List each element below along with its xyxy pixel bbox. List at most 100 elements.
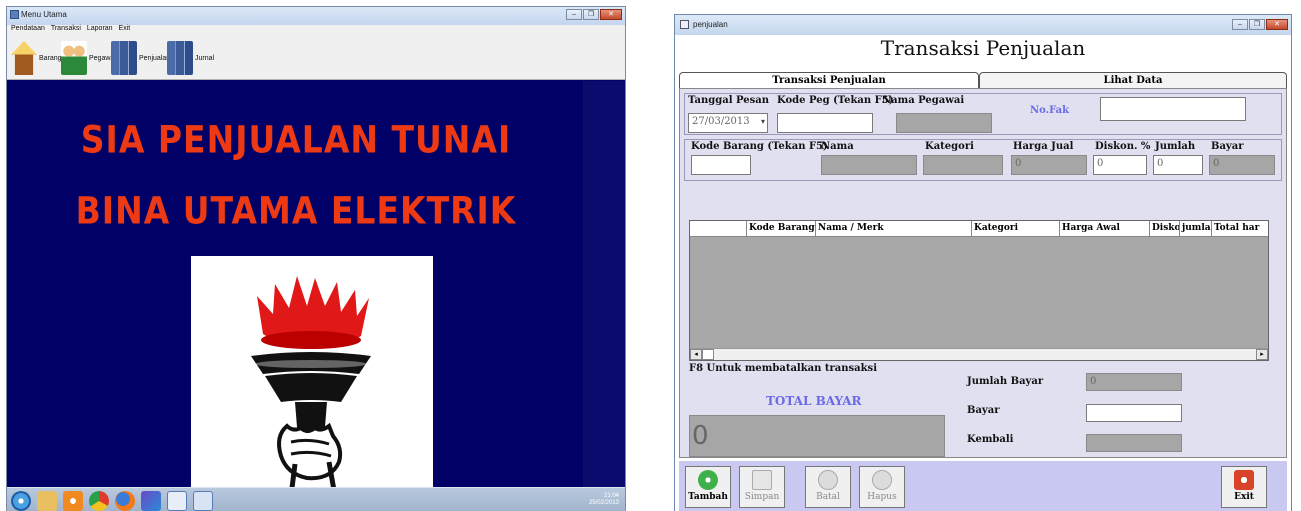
- chevron-down-icon[interactable]: ▾: [761, 117, 765, 126]
- clock-date: 25/02/2013: [588, 500, 619, 506]
- diskon-label: Diskon. %: [1095, 141, 1151, 152]
- tambah-button[interactable]: Tambah: [685, 466, 731, 508]
- minimize-button[interactable]: –: [1232, 19, 1248, 30]
- toolbar: Barang Pegawai Penjualan Jurnal: [7, 36, 625, 80]
- grid-column-header: Kode Barang: [747, 221, 816, 237]
- toolbar-penjualan-label: Penjualan: [139, 54, 171, 62]
- title-bar[interactable]: Menu Utama – ❐ ✕: [7, 7, 625, 25]
- diskon-input[interactable]: 0: [1093, 155, 1147, 175]
- transaction-grid[interactable]: Kode Barang Nama / Merk Kategori Harga A…: [689, 220, 1269, 361]
- window-title: penjualan: [693, 20, 728, 29]
- window-title: Menu Utama: [21, 10, 67, 19]
- system-tray[interactable]: 21:04 25/02/2013: [589, 493, 619, 507]
- menu-bar: Pendataan Transaksi Laporan Exit: [7, 25, 625, 36]
- horizontal-scrollbar[interactable]: ◂ ▸: [690, 348, 1268, 360]
- tanggal-pesan-value: 27/03/2013: [692, 116, 750, 127]
- total-bayar-label: TOTAL BAYAR: [766, 394, 862, 408]
- action-bar: Tambah Simpan Batal Hapus Exit: [679, 461, 1287, 511]
- folder-icon[interactable]: [37, 491, 57, 511]
- scroll-left-icon[interactable]: ◂: [690, 349, 702, 360]
- kategori-label: Kategori: [925, 141, 974, 152]
- harga-jual-field: 0: [1011, 155, 1087, 175]
- kode-barang-input[interactable]: [691, 155, 751, 175]
- menu-exit[interactable]: Exit: [119, 25, 131, 32]
- bayar-input[interactable]: [1086, 404, 1182, 422]
- toolbar-jurnal-button[interactable]: Jurnal: [167, 40, 214, 76]
- add-icon: [698, 470, 718, 490]
- kategori-field: [923, 155, 1003, 175]
- form-icon: [680, 20, 689, 29]
- grid-header: Kode Barang Nama / Merk Kategori Harga A…: [690, 221, 1268, 237]
- people-icon: [61, 41, 87, 75]
- grid-column-header: Diskon: [1150, 221, 1180, 237]
- no-fak-input[interactable]: [1100, 97, 1246, 121]
- app-icon[interactable]: [141, 491, 161, 511]
- cancel-icon: [818, 470, 838, 490]
- network-icon[interactable]: [193, 491, 213, 511]
- grid-column-header: Nama / Merk: [816, 221, 972, 237]
- batal-button[interactable]: Batal: [805, 466, 851, 508]
- app-title: SIA PENJUALAN TUNAI: [80, 117, 512, 162]
- torch-crown-logo: [191, 256, 433, 497]
- company-name: BINA UTAMA ELEKTRIK: [75, 188, 517, 233]
- harga-jual-label: Harga Jual: [1013, 141, 1074, 152]
- grid-column-header: [690, 221, 747, 237]
- close-button[interactable]: ✕: [600, 9, 622, 20]
- books-icon: [111, 41, 137, 75]
- delete-icon: [872, 470, 892, 490]
- batal-label: Batal: [816, 492, 840, 502]
- tanggal-pesan-picker[interactable]: 27/03/2013 ▾: [688, 113, 768, 133]
- nama-barang-field: [821, 155, 917, 175]
- media-player-icon[interactable]: [63, 491, 83, 511]
- simpan-label: Simpan: [744, 492, 780, 502]
- bayar-item-label: Bayar: [1211, 141, 1244, 152]
- close-button[interactable]: ✕: [1266, 19, 1288, 30]
- toolbar-barang-button[interactable]: Barang: [11, 40, 62, 76]
- taskbar: 21:04 25/02/2013: [7, 487, 625, 511]
- penjualan-window: penjualan – ❐ ✕ Transaksi Penjualan Tran…: [674, 14, 1292, 511]
- kode-peg-input[interactable]: [777, 113, 873, 133]
- minimize-button[interactable]: –: [566, 9, 582, 20]
- chrome-icon[interactable]: [89, 491, 109, 511]
- title-bar[interactable]: penjualan – ❐ ✕: [675, 15, 1291, 35]
- power-icon: [1234, 470, 1254, 490]
- total-bayar-display: 0: [689, 415, 945, 457]
- no-fak-label: No.Fak: [1030, 105, 1070, 116]
- tanggal-pesan-label: Tanggal Pesan: [688, 95, 769, 106]
- grid-column-header: jumlah: [1180, 221, 1212, 237]
- jumlah-input[interactable]: 0: [1153, 155, 1203, 175]
- logo-graphic: [251, 276, 371, 497]
- menu-pendataan[interactable]: Pendataan: [11, 25, 45, 32]
- jumlah-bayar-label: Jumlah Bayar: [967, 376, 1044, 387]
- save-icon: [752, 470, 772, 490]
- kode-peg-label: Kode Peg (Tekan F5): [777, 95, 894, 106]
- start-button-icon[interactable]: [11, 491, 31, 511]
- firefox-icon[interactable]: [115, 491, 135, 511]
- simpan-button[interactable]: Simpan: [739, 466, 785, 508]
- jumlah-bayar-field: 0: [1086, 373, 1182, 391]
- maximize-button[interactable]: ❐: [583, 9, 599, 20]
- scroll-right-icon[interactable]: ▸: [1256, 349, 1268, 360]
- desktop: Menu Utama – ❐ ✕ Pendataan Transaksi Lap…: [0, 0, 1301, 511]
- tab-lihat-data[interactable]: Lihat Data: [979, 72, 1287, 88]
- bayar-item-field: 0: [1209, 155, 1275, 175]
- tab-panel-transaksi: Tanggal Pesan 27/03/2013 ▾ Kode Peg (Tek…: [679, 88, 1287, 458]
- toolbar-pegawai-button[interactable]: Pegawai: [61, 40, 116, 76]
- grid-column-header: Harga Awal: [1060, 221, 1150, 237]
- hapus-button[interactable]: Hapus: [859, 466, 905, 508]
- nama-label: Nama: [821, 141, 854, 152]
- exit-button[interactable]: Exit: [1221, 466, 1267, 508]
- document-icon[interactable]: [167, 491, 187, 511]
- app-icon: [10, 10, 19, 19]
- scroll-thumb[interactable]: [702, 349, 714, 360]
- grid-column-header: Kategori: [972, 221, 1060, 237]
- tab-transaksi-penjualan[interactable]: Transaksi Penjualan: [679, 72, 979, 88]
- menu-laporan[interactable]: Laporan: [87, 25, 113, 32]
- menu-transaksi[interactable]: Transaksi: [51, 25, 81, 32]
- nama-pegawai-field: [896, 113, 992, 133]
- toolbar-penjualan-button[interactable]: Penjualan: [111, 40, 170, 76]
- maximize-button[interactable]: ❐: [1249, 19, 1265, 30]
- hapus-label: Hapus: [867, 492, 897, 502]
- nama-pegawai-label: Nama Pegawai: [882, 95, 965, 106]
- clock-time: 21:04: [603, 493, 619, 499]
